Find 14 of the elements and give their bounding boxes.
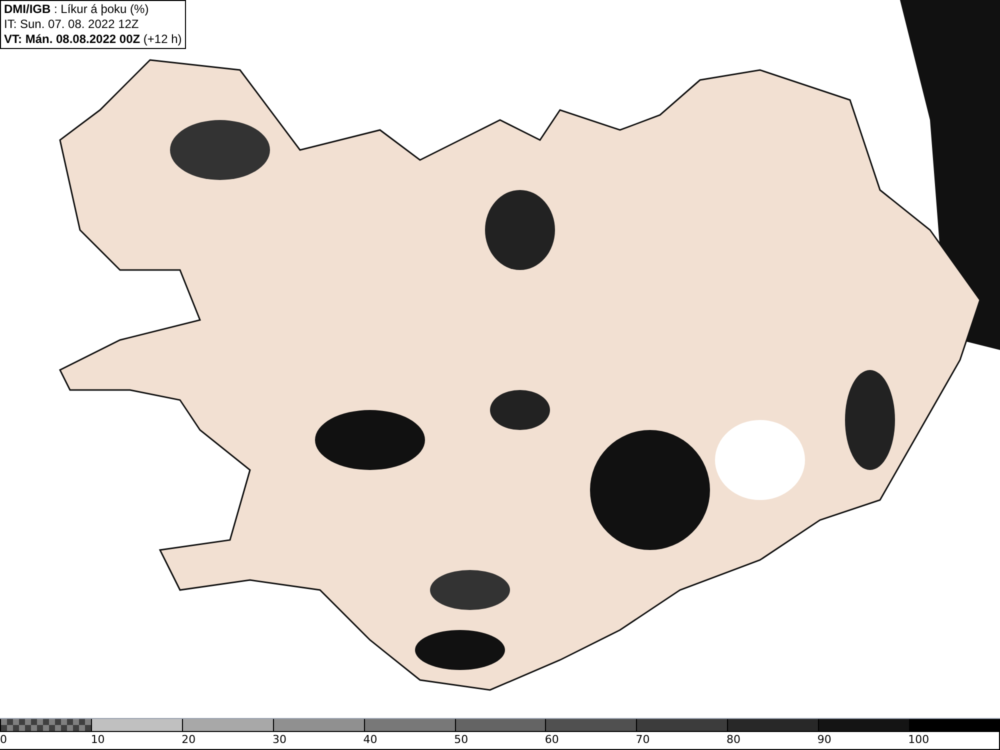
legend-tick-label: 60 — [544, 732, 559, 748]
legend-tick-label: 90 — [817, 732, 832, 748]
legend-tick-label: 80 — [726, 732, 741, 748]
legend-tick-label: 30 — [272, 732, 286, 748]
legend-tick-label: 70 — [636, 732, 650, 748]
legend-tick-label: 10 — [90, 732, 105, 748]
legend-tick-label: 40 — [363, 732, 378, 748]
legend-tick-label: 100 — [908, 732, 930, 748]
legend-tick-label: 20 — [182, 732, 196, 748]
legend-tick-label: 0 — [0, 732, 7, 748]
map-title: DMI/IGB : Líkur á þoku (%) — [4, 2, 150, 17]
valid-time: VT: Mán. 08.08.2022 00Z (+12 h) — [4, 32, 182, 47]
initial-time: IT: Sun. 07. 08. 2022 12Z — [4, 17, 140, 32]
legend-tick-label: 50 — [454, 732, 468, 748]
